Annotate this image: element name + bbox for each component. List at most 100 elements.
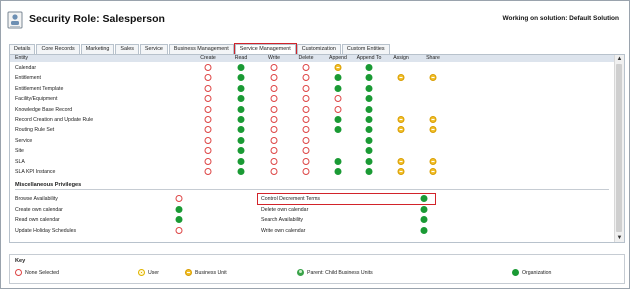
privilege-level-none-icon[interactable] xyxy=(270,116,278,123)
privilege-level-org-icon[interactable] xyxy=(420,205,428,213)
privilege-level-none-icon[interactable] xyxy=(204,157,212,165)
privilege-level-none-icon[interactable] xyxy=(204,105,212,113)
privilege-cell-append-to[interactable] xyxy=(365,126,373,134)
privilege-cell-read[interactable] xyxy=(237,126,245,134)
tab-business-management[interactable]: Business Management xyxy=(168,44,234,54)
privilege-cell-create[interactable] xyxy=(204,74,212,82)
privilege-cell-delete[interactable] xyxy=(302,147,310,155)
privilege-level-none-icon[interactable] xyxy=(204,116,212,123)
privilege-cell-append-to[interactable] xyxy=(365,95,373,103)
privilege-level-none-icon[interactable] xyxy=(175,226,183,234)
privilege-cell-assign[interactable] xyxy=(397,168,405,175)
privilege-cell-read[interactable] xyxy=(237,168,245,175)
privilege-cell-delete[interactable] xyxy=(302,74,310,82)
privilege-level-org-icon[interactable] xyxy=(237,105,245,113)
privilege-level-org-icon[interactable] xyxy=(365,136,373,144)
privilege-cell-read[interactable] xyxy=(237,74,245,82)
privilege-level-org-icon[interactable] xyxy=(334,74,342,82)
privilege-cell-delete[interactable] xyxy=(302,84,310,92)
privilege-level-none-icon[interactable] xyxy=(270,126,278,134)
privilege-level-org-icon[interactable] xyxy=(365,168,373,175)
privilege-level-org-icon[interactable] xyxy=(237,84,245,92)
privilege-level-org-icon[interactable] xyxy=(334,126,342,134)
privilege-level-none-icon[interactable] xyxy=(302,126,310,134)
privilege-cell-append-to[interactable] xyxy=(365,64,373,71)
misc-privilege-cell[interactable] xyxy=(175,205,183,213)
privilege-level-none-icon[interactable] xyxy=(204,95,212,103)
privilege-level-org-icon[interactable] xyxy=(237,116,245,123)
privilege-level-none-icon[interactable] xyxy=(270,157,278,165)
privilege-cell-write[interactable] xyxy=(270,116,278,123)
privilege-cell-append-to[interactable] xyxy=(365,74,373,82)
privilege-level-none-icon[interactable] xyxy=(204,84,212,92)
privilege-cell-append[interactable] xyxy=(334,105,342,113)
privilege-cell-append-to[interactable] xyxy=(365,136,373,144)
privilege-cell-delete[interactable] xyxy=(302,116,310,123)
privilege-level-bu-icon[interactable] xyxy=(397,168,405,175)
misc-privilege-cell[interactable] xyxy=(420,216,428,224)
misc-privilege-cell[interactable] xyxy=(175,195,183,202)
privilege-cell-write[interactable] xyxy=(270,84,278,92)
privilege-level-bu-icon[interactable] xyxy=(429,168,437,175)
privilege-cell-write[interactable] xyxy=(270,168,278,175)
tab-custom-entities[interactable]: Custom Entities xyxy=(341,44,390,54)
privilege-cell-create[interactable] xyxy=(204,126,212,134)
privilege-level-bu-icon[interactable] xyxy=(429,74,437,82)
privilege-level-org-icon[interactable] xyxy=(175,205,183,213)
privilege-level-none-icon[interactable] xyxy=(270,168,278,175)
privilege-cell-assign[interactable] xyxy=(397,126,405,134)
privilege-level-none-icon[interactable] xyxy=(270,95,278,103)
privilege-level-org-icon[interactable] xyxy=(237,126,245,134)
privilege-level-none-icon[interactable] xyxy=(302,105,310,113)
privilege-level-none-icon[interactable] xyxy=(204,74,212,82)
privilege-cell-append-to[interactable] xyxy=(365,105,373,113)
privilege-level-org-icon[interactable] xyxy=(365,74,373,82)
privilege-cell-read[interactable] xyxy=(237,95,245,103)
privilege-cell-delete[interactable] xyxy=(302,136,310,144)
privilege-cell-create[interactable] xyxy=(204,105,212,113)
privilege-level-none-icon[interactable] xyxy=(204,147,212,155)
privilege-cell-create[interactable] xyxy=(204,95,212,103)
privilege-level-org-icon[interactable] xyxy=(175,216,183,224)
privilege-cell-read[interactable] xyxy=(237,116,245,123)
privilege-cell-append[interactable] xyxy=(334,64,342,71)
tab-core-records[interactable]: Core Records xyxy=(36,44,80,54)
privilege-cell-read[interactable] xyxy=(237,136,245,144)
privilege-level-org-icon[interactable] xyxy=(237,95,245,103)
privilege-level-org-icon[interactable] xyxy=(420,216,428,224)
privilege-cell-delete[interactable] xyxy=(302,157,310,165)
privilege-cell-append[interactable] xyxy=(334,95,342,103)
privilege-level-org-icon[interactable] xyxy=(420,226,428,234)
tab-customization[interactable]: Customization xyxy=(296,44,341,54)
privilege-level-org-icon[interactable] xyxy=(334,157,342,165)
privilege-level-bu-icon[interactable] xyxy=(397,116,405,123)
privilege-cell-append-to[interactable] xyxy=(365,147,373,155)
privilege-cell-append-to[interactable] xyxy=(365,84,373,92)
privilege-cell-read[interactable] xyxy=(237,105,245,113)
privilege-cell-append-to[interactable] xyxy=(365,157,373,165)
privilege-level-none-icon[interactable] xyxy=(334,95,342,103)
privilege-cell-create[interactable] xyxy=(204,64,212,71)
privilege-cell-append[interactable] xyxy=(334,116,342,123)
privilege-cell-read[interactable] xyxy=(237,84,245,92)
misc-privilege-cell[interactable] xyxy=(420,226,428,234)
privilege-level-none-icon[interactable] xyxy=(270,136,278,144)
privilege-cell-create[interactable] xyxy=(204,147,212,155)
privilege-level-none-icon[interactable] xyxy=(302,136,310,144)
privilege-level-org-icon[interactable] xyxy=(334,116,342,123)
privilege-cell-read[interactable] xyxy=(237,147,245,155)
privilege-cell-share[interactable] xyxy=(429,157,437,165)
privilege-cell-read[interactable] xyxy=(237,157,245,165)
privilege-level-org-icon[interactable] xyxy=(237,157,245,165)
privilege-level-none-icon[interactable] xyxy=(302,147,310,155)
privilege-level-bu-icon[interactable] xyxy=(397,74,405,82)
privilege-level-none-icon[interactable] xyxy=(302,157,310,165)
privilege-cell-write[interactable] xyxy=(270,64,278,71)
privilege-cell-append[interactable] xyxy=(334,84,342,92)
privilege-cell-create[interactable] xyxy=(204,136,212,144)
scroll-up-arrow-icon[interactable]: ▲ xyxy=(615,55,624,63)
privilege-cell-append[interactable] xyxy=(334,126,342,134)
privilege-level-org-icon[interactable] xyxy=(365,64,373,71)
privilege-cell-append-to[interactable] xyxy=(365,168,373,175)
privilege-level-org-icon[interactable] xyxy=(365,126,373,134)
